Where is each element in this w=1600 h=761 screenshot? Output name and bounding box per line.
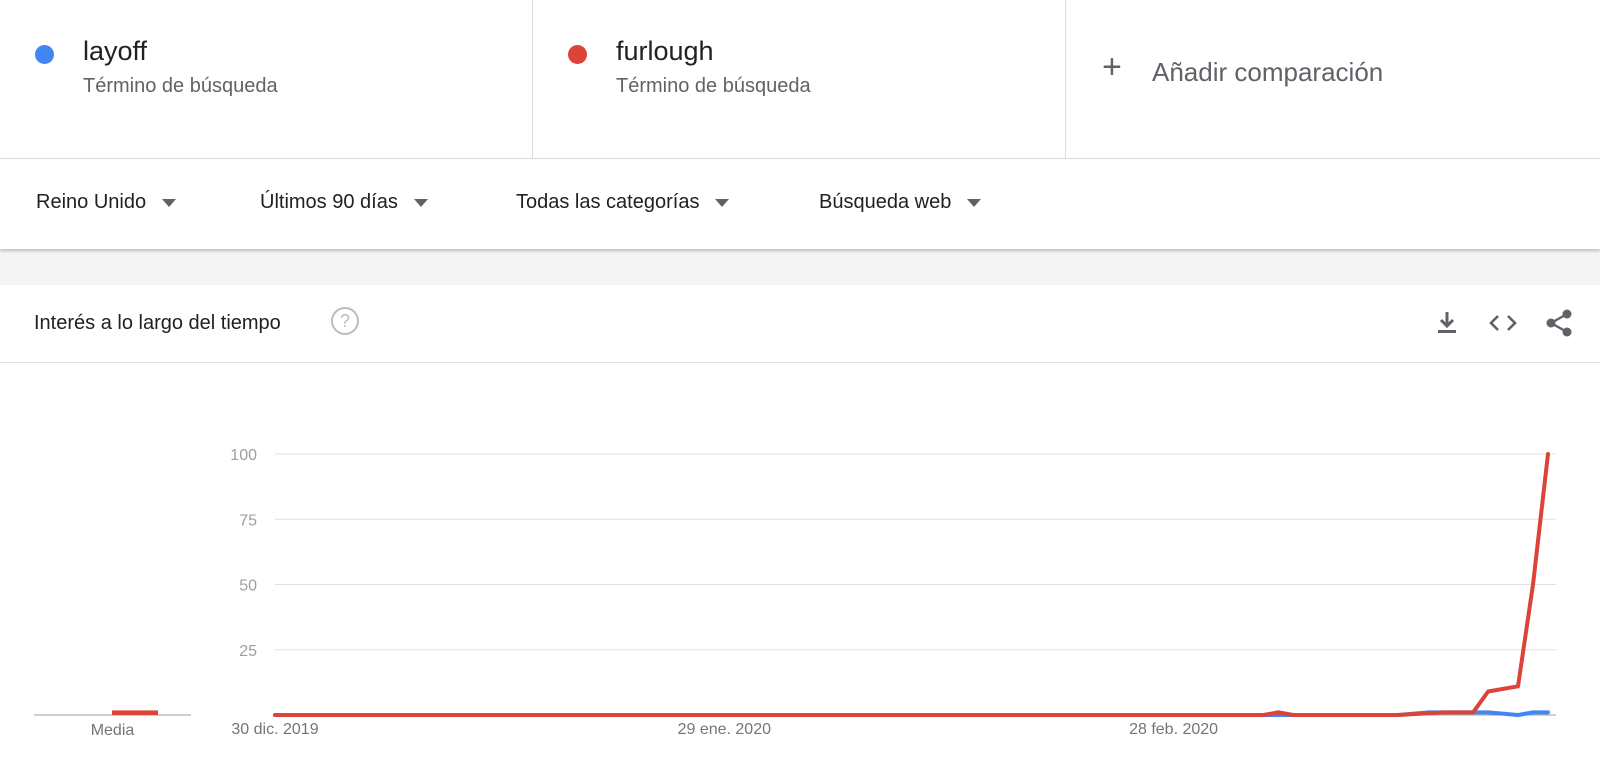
plus-icon: + [1102, 48, 1122, 86]
period-dropdown-label: Últimos 90 días [260, 191, 398, 213]
term-color-dot [35, 45, 54, 64]
term-name[interactable]: layoff [83, 36, 147, 67]
search-type-dropdown[interactable]: Búsqueda web [819, 191, 982, 214]
search-terms-bar: layoff Término de búsqueda furlough Térm… [0, 0, 1600, 159]
average-bar-furlough[interactable] [112, 710, 158, 715]
y-tick-label: 50 [239, 578, 257, 595]
x-tick-label: 28 feb. 2020 [1129, 721, 1218, 738]
interest-over-time-card: Interés a lo largo del tiempo ? Media 25… [0, 285, 1600, 761]
term-name[interactable]: furlough [616, 36, 714, 67]
average-panel: Media [34, 710, 191, 739]
caret-down-icon [162, 198, 177, 207]
y-tick-label: 100 [230, 447, 257, 464]
region-dropdown-label: Reino Unido [36, 191, 147, 213]
chart-grid: 25 50 75 100 30 dic. 2019 29 ene. 2020 28 feb.… [230, 447, 1556, 738]
caret-down-icon [715, 198, 730, 207]
category-dropdown-label: Todas las categorías [516, 191, 700, 213]
period-dropdown[interactable]: Últimos 90 días [260, 191, 428, 214]
x-tick-label: 30 dic. 2019 [231, 721, 318, 738]
term-card-layoff[interactable]: layoff Término de búsqueda [0, 0, 533, 158]
term-color-dot [568, 45, 587, 64]
y-tick-label: 75 [239, 512, 257, 529]
term-card-furlough[interactable]: furlough Término de búsqueda [533, 0, 1066, 158]
category-dropdown[interactable]: Todas las categorías [516, 191, 730, 214]
average-label: Media [91, 722, 135, 739]
term-type-label: Término de búsqueda [83, 75, 278, 97]
interest-chart: Media 25507510030 dic. 2019 29 ene. 2020 2… [34, 447, 1556, 739]
region-dropdown[interactable]: Reino Unido [36, 191, 177, 214]
add-comparison-button[interactable]: + Añadir comparación [1066, 0, 1600, 158]
x-tick-label: 29 ene. 2020 [678, 721, 772, 738]
y-tick-label: 25 [239, 643, 257, 660]
average-bar-layoff[interactable] [66, 713, 112, 715]
add-comparison-label: Añadir comparación [1152, 57, 1384, 87]
search-type-dropdown-label: Búsqueda web [819, 191, 952, 213]
caret-down-icon [967, 198, 982, 207]
term-type-label: Término de búsqueda [616, 75, 811, 97]
filters-bar: Reino Unido Últimos 90 días Todas las ca… [0, 159, 1600, 249]
caret-down-icon [413, 198, 428, 207]
